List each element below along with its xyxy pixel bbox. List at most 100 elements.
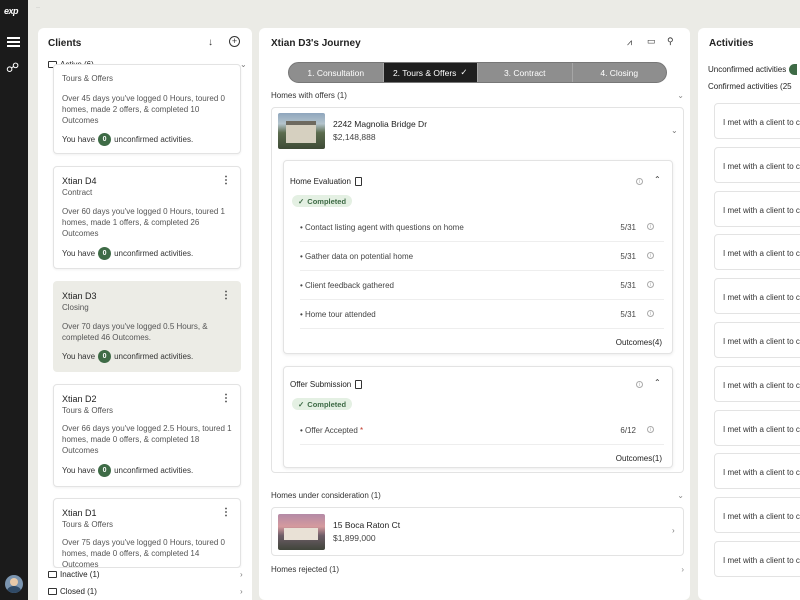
add-person-icon[interactable]: ⚲ bbox=[667, 36, 674, 47]
exp-logo: exp bbox=[4, 6, 19, 16]
hamburger-menu-icon[interactable] bbox=[7, 37, 20, 49]
outcomes-link[interactable]: Outcomes(4) bbox=[616, 338, 662, 347]
unconfirmed-activities-toggle[interactable]: Unconfirmed activities bbox=[708, 64, 798, 75]
chevron-up-icon[interactable]: ⌃ bbox=[654, 175, 661, 184]
add-client-icon[interactable]: + bbox=[229, 36, 240, 47]
info-icon[interactable]: i bbox=[636, 381, 643, 388]
step-closing[interactable]: 4. Closing bbox=[573, 63, 667, 82]
step-consultation[interactable]: 1. Consultation bbox=[289, 63, 384, 82]
info-icon[interactable]: i bbox=[647, 281, 654, 288]
chevron-down-icon[interactable]: ⌄ bbox=[677, 91, 684, 100]
unconfirmed-line: You have 0 unconfirmed activities. bbox=[62, 464, 193, 477]
confirmed-activities-toggle[interactable]: Confirmed activities (25 bbox=[708, 82, 792, 91]
home-evaluation-header[interactable]: Home Evaluation bbox=[290, 177, 362, 186]
homes-with-offers-heading[interactable]: Homes with offers (1) bbox=[271, 91, 347, 100]
unconfirmed-prefix: You have bbox=[62, 466, 96, 475]
info-icon[interactable]: i bbox=[647, 426, 654, 433]
more-options-icon[interactable]: ⋮ bbox=[221, 291, 231, 301]
group-footer: Inactive (1) › Closed (1) › bbox=[38, 568, 252, 600]
clients-panel: Clients ↓ + Active (6) ⌄ Tours & Offers … bbox=[38, 28, 252, 600]
activity-item[interactable]: I met with a client to c bbox=[714, 541, 800, 577]
offer-submission-header[interactable]: Offer Submission bbox=[290, 380, 363, 389]
more-options-icon[interactable]: ⋮ bbox=[221, 508, 231, 518]
status-label: Completed bbox=[307, 196, 347, 206]
chevron-right-icon[interactable]: › bbox=[240, 587, 243, 596]
activity-item[interactable]: I met with a client to c bbox=[714, 190, 800, 227]
task-row[interactable]: • Home tour attended 5/31 i bbox=[300, 300, 664, 329]
info-icon[interactable]: i bbox=[647, 252, 654, 259]
outcomes-link[interactable]: Outcomes(1) bbox=[616, 454, 662, 463]
task-row[interactable]: • Client feedback gathered 5/31 i bbox=[300, 271, 664, 300]
activity-item[interactable]: I met with a client to c bbox=[714, 103, 800, 139]
client-name: Xtian D4 bbox=[62, 176, 97, 186]
activity-item[interactable]: I met with a client to c bbox=[714, 497, 800, 534]
client-summary: Over 66 days you've logged 2.5 Hours, to… bbox=[62, 424, 232, 455]
user-avatar[interactable] bbox=[5, 575, 23, 593]
step-label: 2. Tours & Offers bbox=[392, 67, 457, 78]
task-row[interactable]: • Offer Accepted * 6/12 i bbox=[300, 416, 664, 445]
network-icon[interactable]: ☍ bbox=[6, 60, 19, 76]
closed-group-toggle[interactable]: Closed (1) bbox=[48, 587, 97, 596]
inactive-group-label: Inactive (1) bbox=[60, 570, 100, 579]
client-card[interactable]: Xtian D1 ⋮ Tours & Offers Over 75 days y… bbox=[53, 498, 241, 568]
info-icon[interactable]: i bbox=[636, 178, 643, 185]
step-tours-offers[interactable]: 2. Tours & Offers ✓ bbox=[383, 63, 478, 82]
home-address[interactable]: 2242 Magnolia Bridge Dr bbox=[333, 119, 427, 129]
more-options-icon[interactable]: ⋮ bbox=[221, 176, 231, 186]
activity-item[interactable]: I met with a client to c bbox=[714, 234, 800, 271]
sort-arrow-down-icon[interactable]: ↓ bbox=[208, 37, 213, 48]
activity-item[interactable]: I met with a client to c bbox=[714, 278, 800, 315]
folder-icon bbox=[48, 588, 57, 595]
activity-item[interactable]: I met with a client to c bbox=[714, 146, 800, 183]
document-icon bbox=[355, 380, 363, 389]
unconfirmed-prefix: You have bbox=[62, 135, 96, 144]
task-row[interactable]: • Gather data on potential home 5/31 i bbox=[300, 242, 664, 271]
client-stage: Tours & Offers bbox=[62, 406, 113, 415]
home-consideration-card[interactable]: 15 Boca Raton Ct $1,899,000 › bbox=[271, 507, 684, 556]
chevron-down-icon[interactable]: ⌄ bbox=[677, 491, 684, 500]
activity-item[interactable]: I met with a client to c bbox=[714, 453, 800, 490]
inactive-group-toggle[interactable]: Inactive (1) bbox=[48, 570, 100, 579]
unconfirmed-suffix: unconfirmed activities. bbox=[114, 135, 194, 144]
activity-item[interactable]: I met with a client to c bbox=[714, 322, 800, 358]
home-photo bbox=[278, 514, 325, 550]
client-name: Xtian D1 bbox=[62, 508, 97, 518]
homes-rejected-heading[interactable]: Homes rejected (1) bbox=[271, 565, 339, 574]
left-rail: exp ☍ bbox=[0, 0, 28, 600]
client-name: Xtian D2 bbox=[62, 394, 97, 404]
chevron-right-icon[interactable]: › bbox=[681, 565, 684, 574]
home-price: $1,899,000 bbox=[333, 533, 376, 543]
chevron-down-icon[interactable]: ⌄ bbox=[671, 126, 678, 135]
task-date: 5/31 bbox=[620, 310, 636, 319]
step-contract[interactable]: 3. Contract bbox=[478, 63, 573, 82]
unconfirmed-suffix: unconfirmed activities. bbox=[114, 352, 194, 361]
closed-group-label: Closed (1) bbox=[60, 587, 97, 596]
more-options-icon[interactable]: ⋮ bbox=[221, 394, 231, 404]
task-label: • Gather data on potential home bbox=[300, 252, 414, 261]
check-icon: ✓ bbox=[298, 399, 305, 409]
step-label: 1. Consultation bbox=[307, 67, 365, 78]
activity-item[interactable]: I met with a client to c bbox=[714, 409, 800, 446]
step-label: 3. Contract bbox=[503, 67, 546, 78]
chevron-down-icon[interactable]: ⌄ bbox=[240, 60, 247, 69]
clients-title: Clients bbox=[48, 38, 82, 49]
client-summary: Over 45 days you've logged 0 Hours, tour… bbox=[62, 94, 225, 125]
home-photo bbox=[278, 113, 325, 149]
chevron-right-icon[interactable]: › bbox=[672, 526, 675, 535]
info-icon[interactable]: i bbox=[647, 223, 654, 230]
client-card[interactable]: Xtian D4 ⋮ Contract Over 60 days you've … bbox=[53, 166, 241, 269]
unconfirmed-count-badge: 0 bbox=[98, 133, 112, 146]
client-card-selected[interactable]: Xtian D3 ⋮ Closing Over 70 days you've l… bbox=[53, 281, 241, 372]
client-card[interactable]: Tours & Offers Over 45 days you've logge… bbox=[53, 64, 241, 154]
chart-icon[interactable]: ⩘ bbox=[627, 37, 632, 48]
presentation-icon[interactable]: ▭ bbox=[647, 36, 656, 47]
chevron-up-icon[interactable]: ⌃ bbox=[654, 378, 661, 387]
info-icon[interactable]: i bbox=[647, 310, 654, 317]
chevron-right-icon[interactable]: › bbox=[240, 570, 243, 579]
homes-under-consideration-heading[interactable]: Homes under consideration (1) bbox=[271, 491, 381, 500]
activity-item[interactable]: I met with a client to c bbox=[714, 365, 800, 402]
unconfirmed-line: You have 0 unconfirmed activities. bbox=[62, 133, 193, 146]
task-row[interactable]: • Contact listing agent with questions o… bbox=[300, 213, 664, 242]
unconfirmed-suffix: unconfirmed activities. bbox=[114, 249, 194, 258]
client-card[interactable]: Xtian D2 ⋮ Tours & Offers Over 66 days y… bbox=[53, 384, 241, 487]
